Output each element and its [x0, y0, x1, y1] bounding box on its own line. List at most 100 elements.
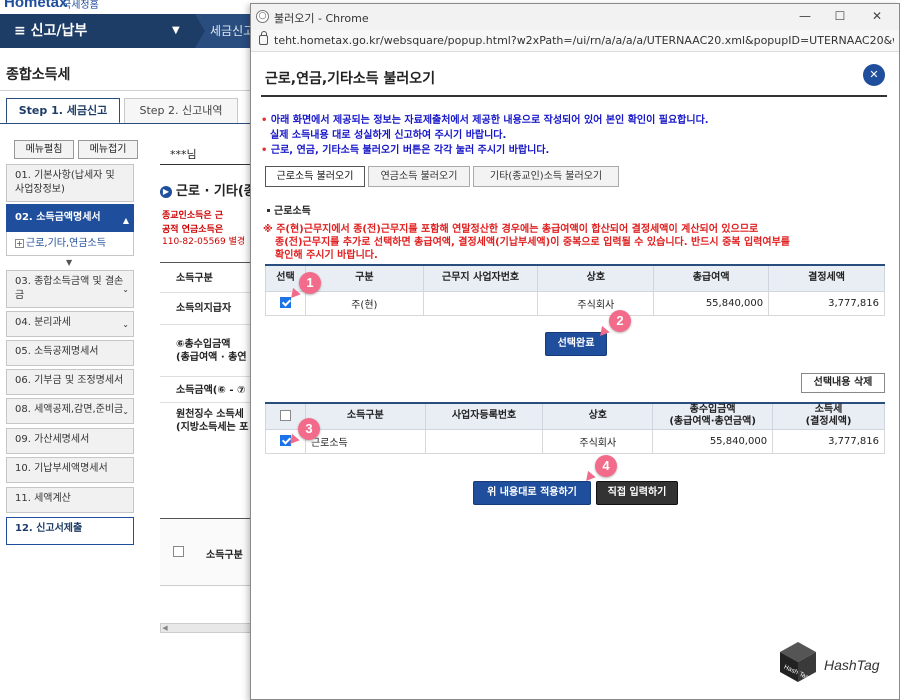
- sidebar-item-deduction[interactable]: 05. 소득공제명세서: [6, 340, 134, 366]
- url-text[interactable]: teht.hometax.go.kr/websquare/popup.html?…: [274, 34, 894, 47]
- direct-input-button[interactable]: 직접 입력하기: [596, 481, 678, 505]
- hometax-logo[interactable]: Hometax: [4, 0, 67, 11]
- step-marker-1: 1: [299, 272, 321, 294]
- sidebar-item-basic[interactable]: 01. 기본사항(납세자 및 사업장정보): [6, 164, 134, 202]
- menu-collapse-button[interactable]: 메뉴접기: [78, 140, 138, 159]
- table-row[interactable]: 근로소득 주식회사 55,840,000 3,777,816: [265, 428, 885, 454]
- maximize-icon[interactable]: ☐: [831, 8, 849, 24]
- row-label: 소득의지급자: [176, 303, 232, 314]
- cell-tax: 3,777,816: [772, 428, 885, 454]
- select-all-checkbox[interactable]: [279, 410, 291, 421]
- watermark-text: HashTag: [824, 657, 880, 673]
- lock-icon[interactable]: [259, 31, 268, 45]
- page-title: 종합소득세: [6, 67, 71, 83]
- user-name: ***님: [170, 148, 197, 161]
- step-marker-4: 4: [595, 455, 617, 477]
- column-header: 소득구분: [304, 402, 426, 430]
- column-header: 결정세액: [768, 264, 885, 292]
- column-header: 소득구분: [206, 550, 243, 561]
- notice-line: • 근로, 연금, 기타소득 불러오기 버튼은 각각 눌러 주시기 바랍니다.: [261, 145, 550, 156]
- sidebar-item-label: 04. 분리과세: [15, 317, 71, 328]
- tab-earned-income[interactable]: 근로소득 불러오기: [265, 166, 365, 187]
- row-label: 소득금액(⑥ - ⑦: [176, 385, 246, 396]
- note-religious: 종교인소득은 근: [162, 211, 224, 221]
- table-row[interactable]: 주(현) 주식회사 55,840,000 3,777,816: [265, 290, 885, 316]
- cell-income: 55,840,000: [652, 428, 774, 454]
- menu-expand-button[interactable]: 메뉴펼침: [14, 140, 74, 159]
- cell-name: 주식회사: [542, 428, 654, 454]
- caret-up-icon: ▲: [122, 216, 129, 225]
- window-title: 불러오기 - Chrome: [274, 12, 369, 25]
- column-header: 상호: [542, 402, 654, 430]
- address-bar[interactable]: teht.hometax.go.kr/websquare/popup.html?…: [251, 30, 899, 52]
- chevron-down-icon: ⌄: [122, 407, 129, 416]
- divider: [160, 324, 252, 325]
- table-header-row: 소득구분 사업자등록번호 상호 총수입금액 (총급여액·총연금액) 소득세 (결…: [265, 402, 885, 430]
- close-icon[interactable]: ✕: [863, 64, 885, 86]
- tab-other-income[interactable]: 기타(종교인)소득 불러오기: [473, 166, 619, 187]
- chevron-down-icon: ⌄: [122, 320, 129, 329]
- sidebar-item-income-statement[interactable]: 02. 소득금액명세서 ▲: [6, 204, 134, 232]
- row-label: 원천징수 소득세 (지방소득세는 포: [176, 409, 249, 433]
- divider: [160, 376, 252, 377]
- window-icon: ○: [256, 10, 269, 23]
- income-source-table: 선택 구분 근무지 사업자번호 상호 총급여액 결정세액 주(현) 주식회사 5…: [265, 264, 885, 316]
- sidebar-item-penalty[interactable]: 09. 가산세명세서: [6, 428, 134, 454]
- cell-bizno: [424, 428, 544, 454]
- close-window-icon[interactable]: ✕: [868, 8, 886, 24]
- cell-type: 주(현): [304, 290, 424, 316]
- column-header: 근무지 사업자번호: [422, 264, 539, 292]
- horizontal-scrollbar[interactable]: ◀: [160, 623, 252, 633]
- sidebar-item-donation[interactable]: 06. 기부금 및 조정명세서: [6, 369, 134, 395]
- section-heading: ▶ 근로 · 기타(종: [160, 180, 256, 199]
- cell-salary: 55,840,000: [653, 290, 770, 316]
- nav-separator: [195, 14, 205, 48]
- sidebar-item-separate-tax[interactable]: 04. 분리과세 ⌄: [6, 311, 134, 337]
- column-header: 사업자등록번호: [424, 402, 544, 430]
- window-titlebar[interactable]: ○ 불러오기 - Chrome — ☐ ✕: [251, 4, 899, 30]
- step-marker-2: 2: [609, 310, 631, 332]
- tab-pension-income[interactable]: 연금소득 불러오기: [368, 166, 470, 187]
- divider: [160, 402, 252, 403]
- column-header: 소득세 (결정세액): [772, 402, 885, 430]
- notice-line: • 아래 화면에서 제공되는 정보는 자료제출처에서 제공한 내용으로 작성되어…: [261, 115, 709, 126]
- breadcrumb[interactable]: 세금신고: [210, 14, 254, 48]
- cell-bizno: [422, 290, 539, 316]
- sidebar-item-label: 02. 소득금액명세서: [15, 212, 101, 223]
- divider: [261, 95, 887, 97]
- popup-window: ○ 불러오기 - Chrome — ☐ ✕ teht.hometax.go.kr…: [250, 3, 900, 700]
- nav-menu-label: 신고/납부: [30, 23, 88, 39]
- hashtag-logo-icon: Hash Tag: [780, 642, 816, 682]
- minimize-icon[interactable]: —: [796, 8, 814, 24]
- chevron-down-icon: ⌄: [122, 285, 129, 294]
- sidebar-item-calc[interactable]: 11. 세액계산: [6, 487, 134, 513]
- divider: [160, 164, 252, 165]
- sidebar-subitem-income[interactable]: + 근로,기타,연금소득: [6, 232, 134, 256]
- select-done-button[interactable]: 선택완료: [545, 332, 607, 356]
- caret-down-icon[interactable]: ▼: [172, 14, 180, 48]
- column-header: 상호: [537, 264, 655, 292]
- tab-step1[interactable]: Step 1. 세금신고: [6, 98, 120, 124]
- column-header: 구분: [304, 264, 424, 292]
- sidebar-item-submit[interactable]: 12. 신고서제출: [6, 517, 134, 545]
- row-label: ⑥총수입금액 (총급여액 · 총연: [176, 339, 247, 363]
- scroll-left-icon[interactable]: ◀: [161, 624, 169, 632]
- table-header-row: 선택 구분 근무지 사업자번호 상호 총급여액 결정세액: [265, 264, 885, 292]
- tab-step2[interactable]: Step 2. 신고내역: [124, 98, 238, 124]
- sidebar-item-total-income[interactable]: 03. 종합소득금액 및 결손금 ⌄: [6, 270, 134, 308]
- sidebar-item-tax-credit[interactable]: 08. 세액공제,감면,준비금 ⌄: [6, 398, 134, 424]
- divider: [160, 292, 252, 293]
- cell-name: 주식회사: [537, 290, 655, 316]
- sidebar-item-prepaid[interactable]: 10. 기납부세액명세서: [6, 457, 134, 483]
- hamburger-icon: ≡: [14, 23, 26, 39]
- apply-button[interactable]: 위 내용대로 적용하기: [473, 481, 591, 505]
- row-checkbox[interactable]: [279, 297, 291, 309]
- note-number: 110-82-05569 별경: [162, 237, 246, 247]
- column-header: 총수입금액 (총급여액·총연금액): [652, 402, 774, 430]
- select-all-checkbox[interactable]: [173, 546, 184, 557]
- sidebar-item-label: 08. 세액공제,감면,준비금: [15, 404, 124, 415]
- nav-menu-button[interactable]: ≡ 신고/납부: [0, 14, 195, 48]
- popup-heading: 근로,연금,기타소득 불러오기: [265, 71, 436, 87]
- delete-selected-button[interactable]: 선택내용 삭제: [801, 373, 885, 393]
- plus-icon: +: [15, 239, 24, 248]
